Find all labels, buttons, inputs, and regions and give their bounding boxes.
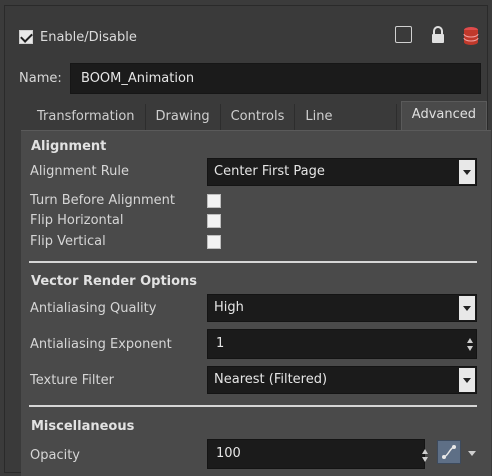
database-icon[interactable] [463,26,479,46]
opacity-label: Opacity [30,448,81,463]
enable-toggle[interactable]: Enable/Disable [19,26,137,48]
function-curve-icon[interactable] [437,440,461,464]
function-curve-glyph [442,445,456,459]
antialiasing-quality-select[interactable]: High [207,294,477,322]
chevron-down-icon[interactable] [459,368,475,392]
vector-render-section-title: Vector Render Options [31,274,198,289]
alignment-section-title: Alignment [31,139,107,154]
spinner-arrows-icon[interactable] [466,338,476,352]
antialiasing-quality-label: Antialiasing Quality [30,301,157,316]
enable-checkbox[interactable] [19,30,33,44]
texture-filter-select[interactable]: Nearest (Filtered) [207,366,477,394]
alignment-rule-value: Center First Page [214,164,325,179]
layer-properties-panel: Enable/Disable Name: BOOM_Animation Tran… [4,5,491,476]
section-divider [29,405,477,407]
flip-horizontal-label: Flip Horizontal [30,213,124,228]
name-field[interactable]: BOOM_Animation [70,63,481,94]
name-row: Name: BOOM_Animation [13,63,489,94]
square-outline-icon[interactable] [395,26,412,43]
opacity-field[interactable]: 100 [207,439,425,469]
antialiasing-exponent-label: Antialiasing Exponent [30,337,172,352]
chevron-down-icon[interactable] [459,160,475,184]
turn-before-alignment-checkbox[interactable] [207,194,221,208]
lock-icon[interactable] [431,26,445,44]
tab-line-thickness[interactable]: Line Thickness [295,104,397,150]
tab-transformation[interactable]: Transformation [27,104,146,130]
flip-horizontal-checkbox[interactable] [207,214,221,228]
texture-filter-label: Texture Filter [30,373,114,388]
flip-vertical-checkbox[interactable] [207,235,221,249]
chevron-down-icon[interactable] [468,451,476,456]
miscellaneous-section-title: Miscellaneous [31,419,135,434]
chevron-down-icon[interactable] [459,296,475,320]
tab-controls[interactable]: Controls [220,104,296,130]
spinner-arrows-icon[interactable] [421,449,431,463]
advanced-tab-content: Alignment Alignment Rule Center First Pa… [21,130,491,476]
texture-filter-value: Nearest (Filtered) [214,372,328,387]
flip-vertical-label: Flip Vertical [30,234,106,249]
name-label: Name: [19,71,62,86]
tab-drawing[interactable]: Drawing [145,104,221,130]
antialiasing-exponent-field[interactable]: 1 [207,329,477,359]
tab-advanced[interactable]: Advanced [400,101,487,130]
section-divider [29,261,477,263]
alignment-rule-label: Alignment Rule [30,164,130,179]
enable-label: Enable/Disable [40,29,137,45]
antialiasing-quality-value: High [214,300,244,315]
tab-bar: Transformation Drawing Controls Line Thi… [27,101,487,150]
alignment-rule-select[interactable]: Center First Page [207,158,477,186]
turn-before-alignment-label: Turn Before Alignment [30,193,175,208]
